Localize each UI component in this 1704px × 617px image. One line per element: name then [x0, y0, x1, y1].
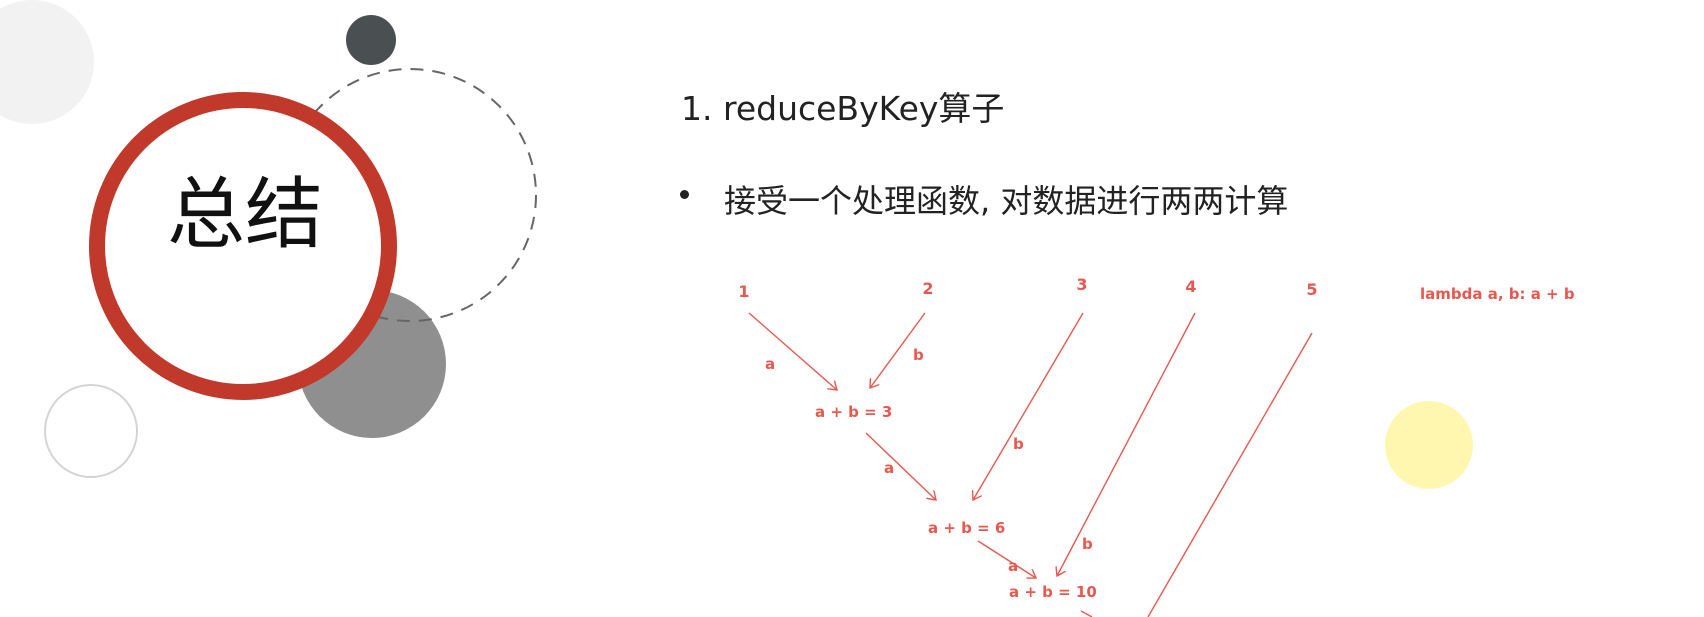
result-1: a + b = 3: [815, 403, 892, 421]
number-1: 1: [738, 282, 749, 301]
number-3: 3: [1076, 275, 1087, 294]
result-3: a + b = 10: [1009, 583, 1097, 601]
arrow-sum2-to-sum3: [977, 540, 1036, 578]
arrow-5: [1147, 332, 1313, 617]
result-2: a + b = 6: [928, 519, 1005, 537]
edge-label-a: a: [884, 459, 894, 477]
number-5: 5: [1306, 280, 1317, 299]
arrow-3-to-sum2: [973, 312, 1084, 500]
arrow-sum3-out: [1080, 610, 1093, 617]
arrow-4-to-sum3: [1057, 312, 1196, 576]
number-2: 2: [922, 279, 933, 298]
edge-label-a: a: [1008, 557, 1018, 575]
edge-label-b: b: [913, 346, 924, 364]
edge-label-a: a: [765, 355, 775, 373]
arrow-sum1-to-sum2: [865, 432, 936, 500]
arrow-1-to-sum1: [748, 312, 837, 390]
edge-label-b: b: [1082, 535, 1093, 553]
number-4: 4: [1185, 277, 1196, 296]
lambda-label: lambda a, b: a + b: [1420, 285, 1575, 303]
reduce-diagram: 1 2 3 4 5 lambda a, b: a + b a b a + b =…: [738, 275, 1575, 617]
edge-label-b: b: [1013, 435, 1024, 453]
